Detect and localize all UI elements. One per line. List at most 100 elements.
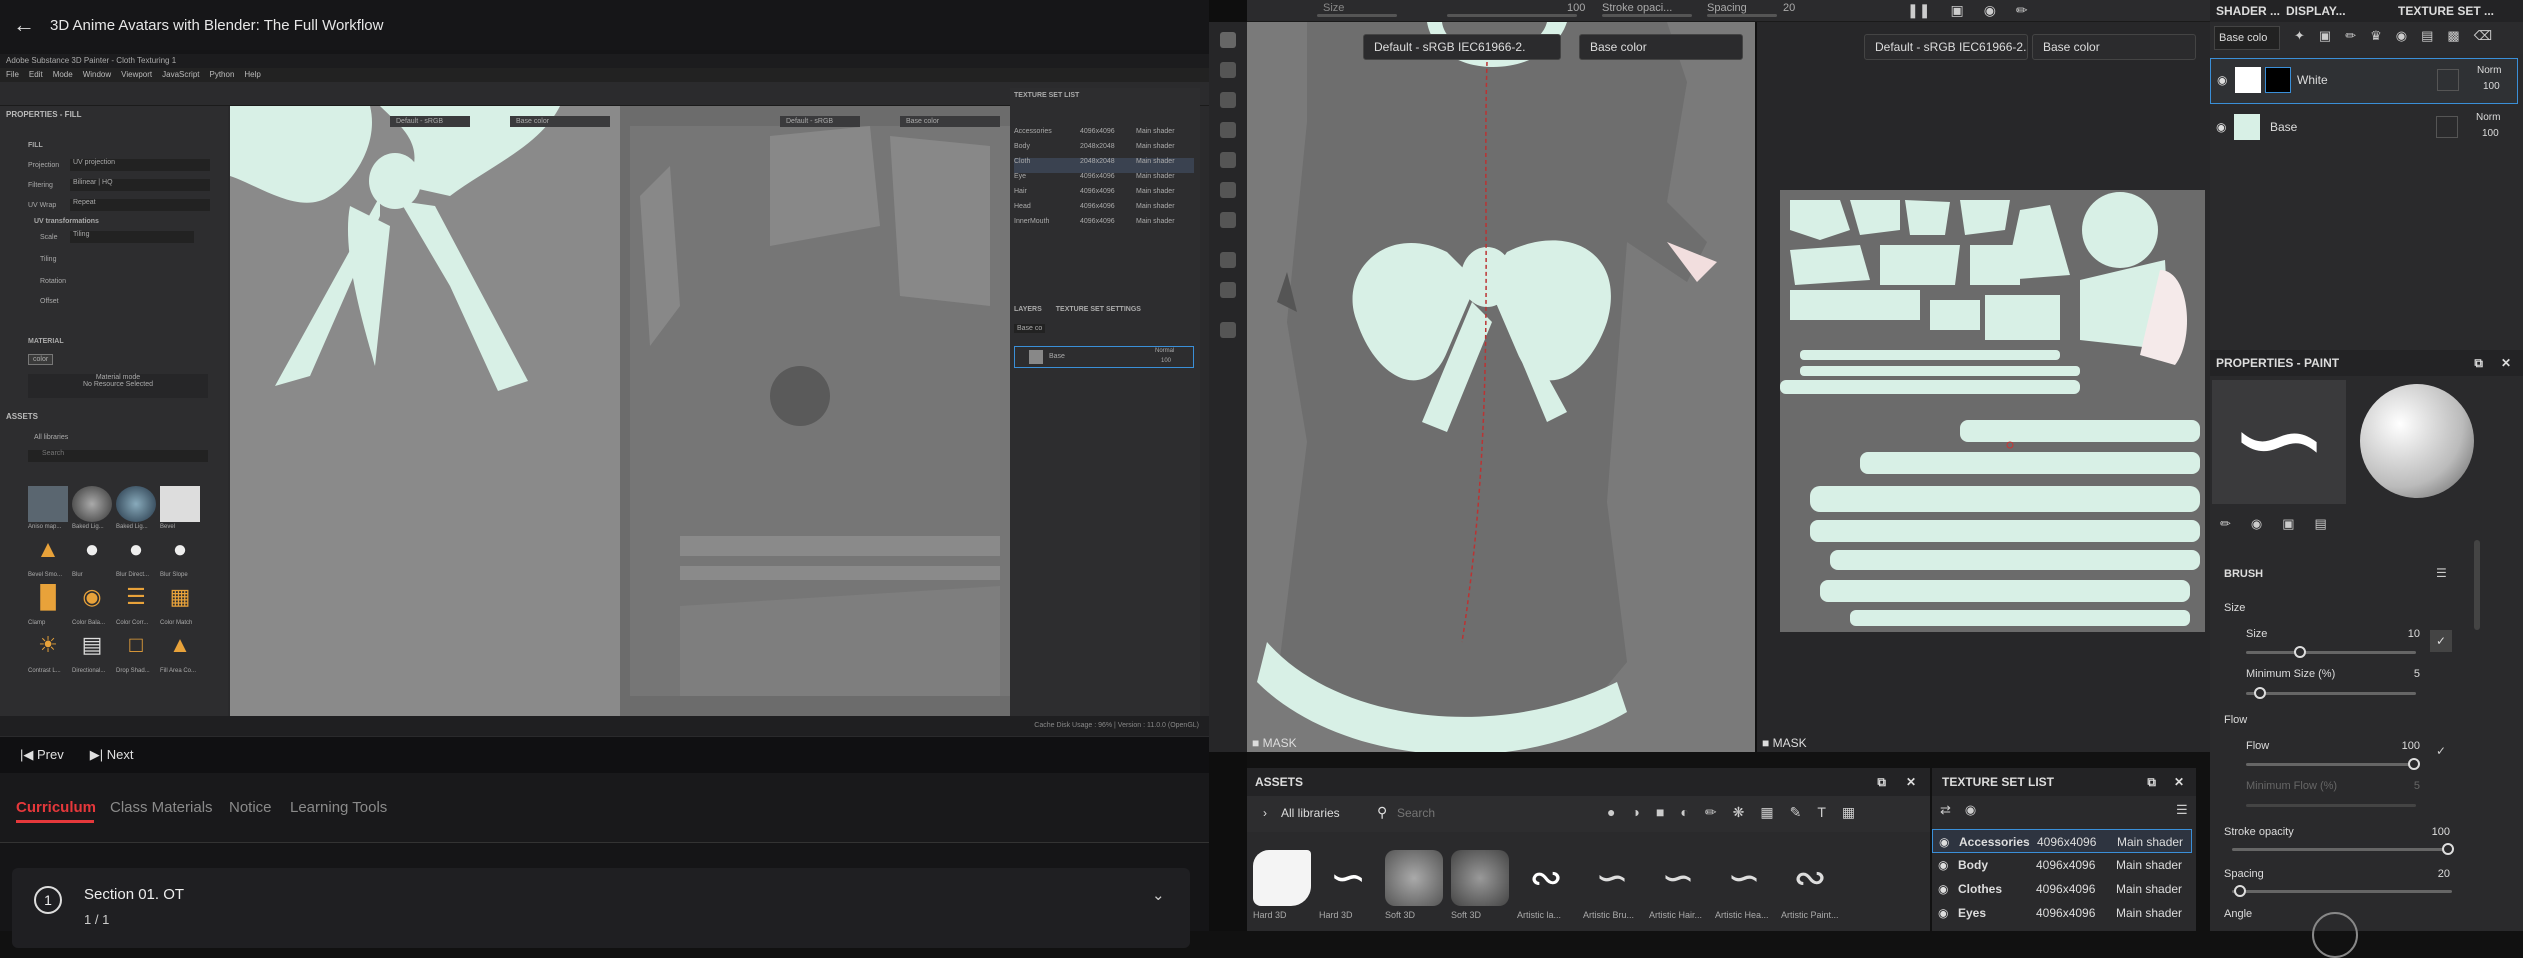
- close-icon[interactable]: ✕: [1906, 768, 1916, 796]
- filter-text-icon[interactable]: T: [1817, 804, 1826, 821]
- layer-row[interactable]: ◉ Base Norm 100: [2210, 106, 2518, 152]
- filter-procedural-icon[interactable]: ◐: [1680, 804, 1688, 821]
- close-icon[interactable]: ✕: [2174, 768, 2184, 796]
- duplicate-icon[interactable]: ▩: [2447, 28, 2459, 44]
- tab-class-materials[interactable]: Class Materials: [110, 799, 213, 816]
- min-size-slider[interactable]: [2246, 692, 2416, 695]
- eye-icon[interactable]: ◉: [2217, 73, 2227, 87]
- assets-search-input[interactable]: [1397, 802, 1597, 824]
- size-slider[interactable]: [2246, 651, 2416, 654]
- tsl-swap-icon[interactable]: ⇄: [1940, 802, 1951, 818]
- stencil-tab-icon[interactable]: ▤: [2315, 516, 2327, 532]
- filter-brush-icon[interactable]: ✏: [1705, 804, 1717, 821]
- spacing-knob[interactable]: [2234, 885, 2246, 897]
- camera-icon[interactable]: ◉: [1984, 2, 1996, 19]
- effects-icon[interactable]: ✦: [2294, 28, 2305, 44]
- material-tab-icon[interactable]: ▣: [2282, 516, 2294, 532]
- filter-particle-icon[interactable]: ❋: [1733, 804, 1745, 821]
- layer-channel-dropdown[interactable]: Base colo: [2214, 26, 2280, 50]
- smudge-tool-icon[interactable]: [1220, 152, 1236, 168]
- brush-thumb[interactable]: ∽: [1649, 850, 1707, 906]
- eye-icon[interactable]: ◉: [1938, 877, 1948, 901]
- shelf-icon[interactable]: [1220, 322, 1236, 338]
- tsl-row[interactable]: ◉ Eyes 4096x4096 Main shader: [1932, 901, 2192, 925]
- eraser-tool-icon[interactable]: [1220, 62, 1236, 78]
- filter-smart-icon[interactable]: ◑: [1631, 804, 1639, 821]
- filter-tool-icon[interactable]: ✎: [1790, 804, 1802, 821]
- brush-tab-icon[interactable]: ✏: [2220, 516, 2231, 532]
- stroke-opacity-slider[interactable]: [2232, 848, 2452, 851]
- picker-tool-icon[interactable]: [1220, 212, 1236, 228]
- top-flow-slider[interactable]: [1447, 14, 1577, 17]
- flow-value[interactable]: 100: [2380, 740, 2420, 752]
- min-size-value[interactable]: 5: [2380, 668, 2420, 680]
- tsl-row[interactable]: ◉ Body 4096x4096 Main shader: [1932, 853, 2192, 877]
- add-layer-icon[interactable]: ◉: [2396, 28, 2407, 44]
- props-scrollbar[interactable]: [2474, 540, 2480, 630]
- pen-pressure-icon[interactable]: ✓: [2436, 744, 2446, 758]
- paint-tool-icon[interactable]: [1220, 32, 1236, 48]
- tab-texture-set[interactable]: TEXTURE SET ...: [2398, 0, 2494, 22]
- brush-thumb[interactable]: ∽: [1319, 850, 1377, 906]
- projection-tool-icon[interactable]: [1220, 92, 1236, 108]
- brush-thumb[interactable]: ∾: [1781, 850, 1839, 906]
- chevron-down-icon[interactable]: ⌄: [1152, 886, 1165, 904]
- tsl-eye-icon[interactable]: ◉: [1965, 802, 1976, 818]
- filter-material-icon[interactable]: ●: [1607, 804, 1615, 821]
- tab-notice[interactable]: Notice: [229, 799, 272, 816]
- eye-icon[interactable]: ◉: [1938, 853, 1948, 877]
- bake-icon[interactable]: [1220, 282, 1236, 298]
- float-icon[interactable]: ⧉: [1877, 768, 1886, 796]
- stroke-opacity-value[interactable]: 100: [2410, 826, 2450, 838]
- clone-tool-icon[interactable]: [1220, 182, 1236, 198]
- vp1-channel-dropdown[interactable]: Base color: [1579, 34, 1743, 60]
- tab-curriculum[interactable]: Curriculum: [16, 799, 96, 816]
- brush-thumb[interactable]: [1385, 850, 1443, 906]
- tab-learning-tools[interactable]: Learning Tools: [290, 799, 387, 816]
- eye-icon[interactable]: ◉: [1938, 901, 1948, 925]
- flow-slider[interactable]: [2246, 763, 2416, 766]
- size-slider-knob[interactable]: [2294, 646, 2306, 658]
- vp2-colorspace-dropdown[interactable]: Default - sRGB IEC61966-2.: [1864, 34, 2028, 60]
- spacing-value[interactable]: 20: [2410, 868, 2450, 880]
- stroke-opacity-knob[interactable]: [2442, 843, 2454, 855]
- layer-blend[interactable]: Norm: [2476, 112, 2500, 123]
- layer-opacity[interactable]: 100: [2483, 81, 2500, 92]
- fill-layer-icon[interactable]: ♛: [2370, 28, 2382, 44]
- section-card[interactable]: [12, 868, 1190, 948]
- grid-view-icon[interactable]: ▦: [1842, 804, 1855, 821]
- eye-icon[interactable]: ◉: [2216, 120, 2226, 134]
- back-button[interactable]: ←: [4, 0, 44, 50]
- top-opacity-slider[interactable]: [1602, 14, 1692, 17]
- min-size-knob[interactable]: [2254, 687, 2266, 699]
- alpha-tab-icon[interactable]: ◉: [2251, 516, 2262, 532]
- pause-icon[interactable]: ❚❚: [1907, 2, 1930, 19]
- mask-icon[interactable]: ▣: [2319, 28, 2331, 44]
- brush-thumb[interactable]: [1451, 850, 1509, 906]
- delete-icon[interactable]: ⌫: [2474, 28, 2492, 44]
- tsl-row[interactable]: ◉ Clothes 4096x4096 Main shader: [1932, 877, 2192, 901]
- cube-icon[interactable]: ▣: [1950, 2, 1963, 19]
- next-button[interactable]: ▶| Next: [90, 747, 134, 763]
- pen-pressure-icon[interactable]: ✓: [2430, 630, 2452, 652]
- paint-layer-icon[interactable]: ✏: [2345, 28, 2356, 44]
- brush-thumb[interactable]: [1253, 850, 1311, 906]
- brush-thumb[interactable]: ∽: [1583, 850, 1641, 906]
- brush-thumb[interactable]: ∾: [1517, 850, 1575, 906]
- presets-icon[interactable]: ☰: [2436, 566, 2447, 580]
- float-icon[interactable]: ⧉: [2474, 350, 2483, 376]
- close-icon[interactable]: ✕: [2501, 350, 2511, 376]
- tsl-menu-icon[interactable]: ☰: [2176, 802, 2188, 818]
- layer-blend[interactable]: Norm: [2477, 65, 2501, 76]
- tab-shader[interactable]: SHADER ...: [2216, 0, 2280, 22]
- spacing-slider[interactable]: [2232, 890, 2452, 893]
- layer-row[interactable]: ◉ White Norm 100: [2210, 58, 2518, 104]
- size-value[interactable]: 10: [2380, 628, 2420, 640]
- tsl-row[interactable]: ◉ Accessories 4096x4096 Main shader: [1932, 829, 2192, 853]
- layer-opacity[interactable]: 100: [2482, 128, 2499, 139]
- eye-icon[interactable]: ◉: [1939, 830, 1949, 854]
- all-libraries-label[interactable]: All libraries: [1281, 806, 1340, 820]
- vp1-colorspace-dropdown[interactable]: Default - sRGB IEC61966-2.: [1363, 34, 1561, 60]
- chevron-right-icon[interactable]: ›: [1263, 806, 1267, 820]
- tab-display[interactable]: DISPLAY...: [2286, 0, 2346, 22]
